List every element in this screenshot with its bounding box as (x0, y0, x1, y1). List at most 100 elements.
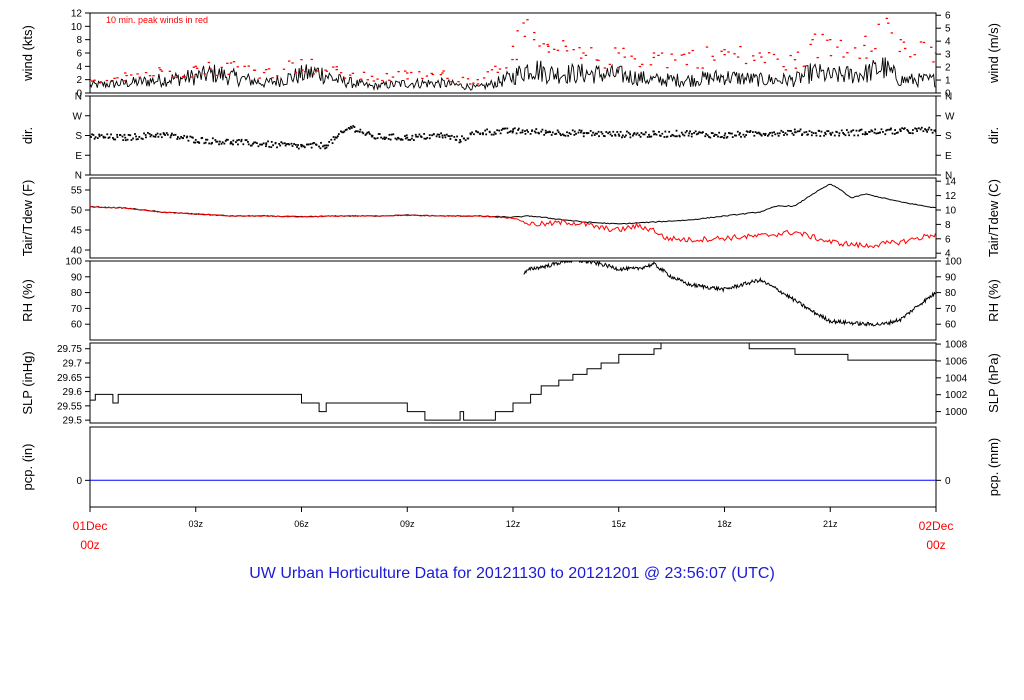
wind-direction-point (820, 130, 823, 133)
wind-direction-point (687, 134, 690, 137)
wind-direction-point (739, 132, 741, 134)
wind-direction-point (773, 131, 776, 134)
wind-direction-point (830, 133, 832, 136)
wind-direction-point (664, 130, 667, 133)
wind-direction-point (538, 132, 540, 135)
wind-direction-point (268, 145, 271, 148)
panel-frame (89, 260, 937, 341)
wind-direction-point (327, 144, 329, 147)
wind-direction-point (409, 138, 412, 141)
wind-direction-point (223, 142, 226, 145)
wind-direction-point (157, 135, 160, 138)
wind-direction-point (426, 136, 429, 139)
y-tick-label-right: 6 (945, 234, 951, 245)
wind-direction-point (880, 128, 883, 131)
wind-direction-point (564, 134, 567, 137)
wind-direction-point (678, 135, 681, 138)
wind-direction-point (320, 141, 322, 144)
wind-direction-point (919, 128, 922, 131)
wind-direction-point (124, 139, 127, 142)
wind-direction-point (555, 132, 558, 135)
wind-direction-point (573, 130, 576, 133)
wind-direction-point (626, 130, 628, 133)
wind-direction-point (445, 133, 448, 136)
wind-direction-point (567, 134, 570, 137)
wind-direction-point (868, 131, 871, 133)
wind-direction-point (535, 128, 538, 130)
wind-direction-point (756, 132, 758, 135)
wind-direction-point (362, 132, 365, 135)
wind-direction-point (745, 134, 748, 136)
wind-direction-point (563, 134, 565, 137)
panel-plot-area (90, 183, 936, 249)
y-tick-label-left: 29.55 (57, 401, 82, 412)
wind-direction-anchor (441, 134, 444, 137)
wind-direction-point (232, 139, 235, 142)
wind-direction-point (237, 143, 239, 146)
wind-direction-point (623, 136, 626, 138)
y-tick-label-left: 90 (71, 272, 83, 283)
panel-pcp: 0 0 pcp. (in) pcp. (mm) (20, 426, 1001, 508)
wind-direction-point (129, 134, 132, 137)
wind-direction-point (211, 137, 214, 140)
tdew-temp-series-1 (90, 206, 936, 249)
wind-direction-point (857, 134, 860, 137)
wind-direction-point (831, 131, 834, 134)
wind-direction-anchor (864, 131, 867, 134)
wind-direction-anchor (406, 136, 409, 139)
wind-direction-point (374, 137, 377, 140)
wind-direction-anchor (230, 141, 232, 143)
wind-direction-point (930, 128, 933, 131)
wind-direction-point (114, 138, 117, 141)
wind-direction-point (92, 134, 95, 136)
wind-direction-point (136, 138, 139, 140)
wind-direction-point (580, 131, 582, 134)
wind-direction-point (401, 138, 404, 141)
wind-direction-point (619, 130, 622, 133)
x-axis: 01Dec 00z 03z 06z 09z 12z 15z 18z 21z 02Dec 00z (73, 507, 953, 552)
wind-direction-point (164, 134, 166, 136)
wind-direction-point (208, 142, 211, 145)
x-tick-label: 03z (188, 519, 203, 529)
y-tick-label-right: N (945, 92, 952, 103)
y-tick-label-left: 50 (71, 206, 83, 217)
wind-direction-anchor (899, 130, 902, 133)
wind-direction-point (844, 134, 847, 137)
wind-direction-point (573, 133, 576, 136)
wind-direction-point (621, 134, 624, 137)
wind-direction-point (661, 132, 664, 135)
y-tick-label-left: 60 (71, 320, 83, 331)
wind-direction-point (519, 131, 522, 134)
wind-direction-point (726, 135, 729, 138)
wind-direction-point (833, 134, 836, 137)
wind-direction-point (265, 145, 267, 148)
y-tick-label-left: E (75, 151, 82, 162)
y-tick-label-right: 1000 (945, 407, 968, 418)
wind-direction-point (621, 136, 623, 139)
wind-direction-point (792, 134, 795, 136)
y-tick-label-left: 55 (71, 186, 83, 197)
wind-direction-point (132, 137, 134, 140)
wind-direction-point (405, 134, 408, 137)
wind-direction-point (882, 131, 884, 133)
wind-direction-point (812, 132, 815, 134)
wind-direction-point (98, 133, 101, 136)
wind-direction-point (438, 136, 441, 138)
y-tick-label-left: 29.75 (57, 344, 82, 355)
wind-direction-point (578, 129, 581, 132)
wind-direction-point (718, 131, 721, 134)
wind-direction-point (108, 136, 111, 139)
wind-direction-anchor (547, 131, 550, 134)
wind-direction-point (681, 133, 684, 136)
wind-direction-point (456, 135, 458, 138)
wind-direction-point (247, 141, 249, 143)
wind-direction-point (471, 131, 474, 134)
wind-direction-point (629, 133, 632, 136)
wind-direction-point (646, 136, 649, 138)
panel-dir: NESWNNESWNdir. dir. (20, 92, 1001, 182)
wind-direction-point (605, 131, 608, 133)
wind-direction-point (380, 136, 383, 139)
wind-direction-anchor (459, 138, 462, 141)
wind-direction-point (731, 132, 733, 135)
wind-direction-point (332, 136, 335, 138)
